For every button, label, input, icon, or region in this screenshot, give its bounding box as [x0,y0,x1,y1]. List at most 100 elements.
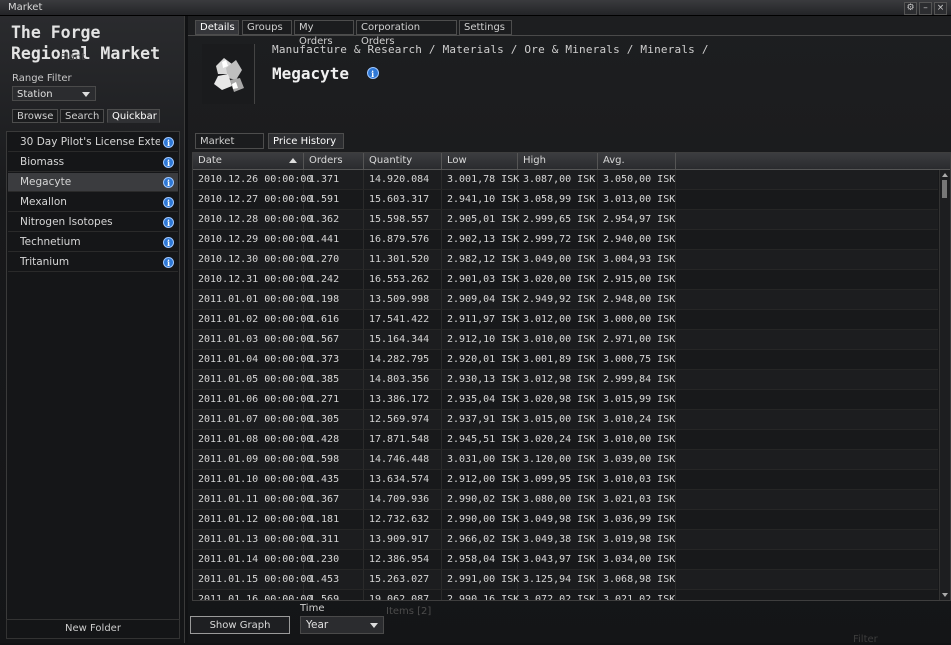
table-cell: 3.072,02 ISK [518,590,598,600]
info-icon[interactable]: i [163,197,174,208]
table-cell: 2.948,00 ISK [598,290,676,309]
table-cell: 2.999,65 ISK [518,210,598,229]
table-row[interactable]: 2011.01.08 00:00:00 1.428 17.871.548 2.945,… [193,430,938,450]
range-filter-dropdown[interactable]: Station [12,86,96,101]
filter-ghost-text: Filter [853,634,878,645]
quickbar-item-label: Megacyte [20,176,72,188]
tab-groups[interactable]: Groups [242,20,292,35]
item-title: Megacyte i [272,64,379,83]
info-icon[interactable]: i [163,257,174,268]
tab-corporation-orders[interactable]: Corporation Orders [356,20,457,47]
table-cell: 2.971,00 ISK [598,330,676,349]
breadcrumb[interactable]: Manufacture & Research / Materials / Ore… [272,43,709,56]
info-icon[interactable]: i [163,217,174,228]
quickbar-item-nitrogen-isotopes[interactable]: Nitrogen Isotopes i [8,213,178,232]
table-row[interactable]: 2011.01.16 00:00:00 1.569 19.062.087 2.990,… [193,590,938,600]
table-row[interactable]: 2011.01.10 00:00:00 1.435 13.634.574 2.912,… [193,470,938,490]
info-icon[interactable]: i [366,67,379,79]
table-cell: 1.598 [304,450,364,469]
table-cell: 1.567 [304,330,364,349]
table-row[interactable]: 2011.01.04 00:00:00 1.373 14.282.795 2.920,… [193,350,938,370]
table-row[interactable]: 2010.12.26 00:00:00 1.371 14.920.084 3.001,… [193,170,938,190]
column-header-high[interactable]: High [518,153,598,169]
quickbar-item-megacyte[interactable]: Megacyte i [8,173,178,192]
table-cell: 15.603.317 [364,190,442,209]
tab-settings[interactable]: Settings [459,20,512,35]
time-dropdown[interactable]: Year [300,616,384,634]
tab-search[interactable]: Search [60,109,104,123]
quickbar-item-mexallon[interactable]: Mexallon i [8,193,178,212]
column-header-date[interactable]: Date [193,153,304,169]
quickbar-item-technetium[interactable]: Technetium i [8,233,178,252]
tab-browse[interactable]: Browse [12,109,58,123]
table-row[interactable]: 2011.01.03 00:00:00 1.567 15.164.344 2.912,… [193,330,938,350]
table-cell: 2011.01.14 00:00:00 [193,550,312,569]
table-cell: 3.034,00 ISK [598,550,676,569]
table-cell: 3.010,00 ISK [598,430,676,449]
table-cell: 3.010,24 ISK [598,410,676,429]
table-cell: 1.616 [304,310,364,329]
table-row[interactable]: 2011.01.13 00:00:00 1.311 13.909.917 2.966,… [193,530,938,550]
table-row[interactable]: 2011.01.11 00:00:00 1.367 14.709.936 2.990,… [193,490,938,510]
info-icon[interactable]: i [163,237,174,248]
table-cell: 3.020,98 ISK [518,390,598,409]
time-label: Time [300,603,325,614]
table-cell: 3.001,78 ISK [442,170,519,189]
table-row[interactable]: 2010.12.31 00:00:00 1.242 16.553.262 2.901,… [193,270,938,290]
table-row[interactable]: 2010.12.27 00:00:00 1.591 15.603.317 2.941,… [193,190,938,210]
table-row[interactable]: 2011.01.01 00:00:00 1.198 13.509.998 2.909,… [193,290,938,310]
new-folder-button[interactable]: New Folder [6,619,180,639]
megacyte-item-icon[interactable] [202,44,255,104]
table-cell: 3.050,00 ISK [598,170,676,189]
column-header-orders[interactable]: Orders [304,153,364,169]
table-row[interactable]: 2011.01.02 00:00:00 1.616 17.541.422 2.911,… [193,310,938,330]
column-header-avg[interactable]: Avg. [598,153,676,169]
table-row[interactable]: 2011.01.12 00:00:00 1.181 12.732.632 2.990,… [193,510,938,530]
table-cell: 3.010,00 ISK [518,330,598,349]
table-cell: 3.049,38 ISK [518,530,598,549]
quickbar-item-biomass[interactable]: Biomass i [8,153,178,172]
scroll-thumb[interactable] [942,180,947,198]
time-value: Year [306,619,329,631]
quickbar-item-pilots-license[interactable]: 30 Day Pilot's License Exte i [8,133,178,152]
quickbar-item-tritanium[interactable]: Tritanium i [8,253,178,272]
info-icon[interactable]: i [163,177,174,188]
show-graph-button[interactable]: Show Graph [190,616,290,634]
table-cell: 15.598.557 [364,210,442,229]
tab-market-data[interactable]: Market Data [195,133,264,162]
table-row[interactable]: 2011.01.14 00:00:00 1.230 12.386.954 2.958,… [193,550,938,570]
column-header-low[interactable]: Low [442,153,518,169]
tab-price-history[interactable]: Price History [268,133,344,149]
scroll-down-icon[interactable] [942,593,948,597]
table-row[interactable]: 2011.01.05 00:00:00 1.385 14.803.356 2.930,… [193,370,938,390]
table-cell: 2011.01.01 00:00:00 [193,290,312,309]
background-ghost-text: Plant [60,52,86,63]
table-cell: 12.386.954 [364,550,442,569]
tab-details[interactable]: Details [195,20,239,35]
scroll-up-icon[interactable] [942,173,948,177]
info-icon[interactable]: i [163,137,174,148]
minimize-icon[interactable]: – [919,2,932,15]
table-cell: 1.271 [304,390,364,409]
tab-quickbar[interactable]: Quickbar [107,109,160,123]
table-cell: 2011.01.11 00:00:00 [193,490,312,509]
table-cell: 1.373 [304,350,364,369]
table-row[interactable]: 2011.01.15 00:00:00 1.453 15.263.027 2.991,… [193,570,938,590]
table-cell: 1.230 [304,550,364,569]
vertical-scrollbar[interactable] [939,170,950,600]
table-row[interactable]: 2010.12.29 00:00:00 1.441 16.879.576 2.902,… [193,230,938,250]
info-icon[interactable]: i [163,157,174,168]
column-header-quantity[interactable]: Quantity [364,153,442,169]
table-cell: 3.031,00 ISK [442,450,519,469]
table-cell: 1.242 [304,270,364,289]
table-row[interactable]: 2011.01.09 00:00:00 1.598 14.746.448 3.031,… [193,450,938,470]
table-row[interactable]: 2010.12.30 00:00:00 1.270 11.301.520 2.982,… [193,250,938,270]
table-row[interactable]: 2011.01.07 00:00:00 1.305 12.569.974 2.937,… [193,410,938,430]
table-row[interactable]: 2010.12.28 00:00:00 1.362 15.598.557 2.905,… [193,210,938,230]
tab-my-orders[interactable]: My Orders [294,20,354,47]
settings-icon[interactable]: ⚙ [904,2,917,15]
table-row[interactable]: 2011.01.06 00:00:00 1.271 13.386.172 2.935,… [193,390,938,410]
table-cell: 2.905,01 ISK [442,210,519,229]
close-icon[interactable]: × [934,2,947,15]
table-cell: 1.385 [304,370,364,389]
